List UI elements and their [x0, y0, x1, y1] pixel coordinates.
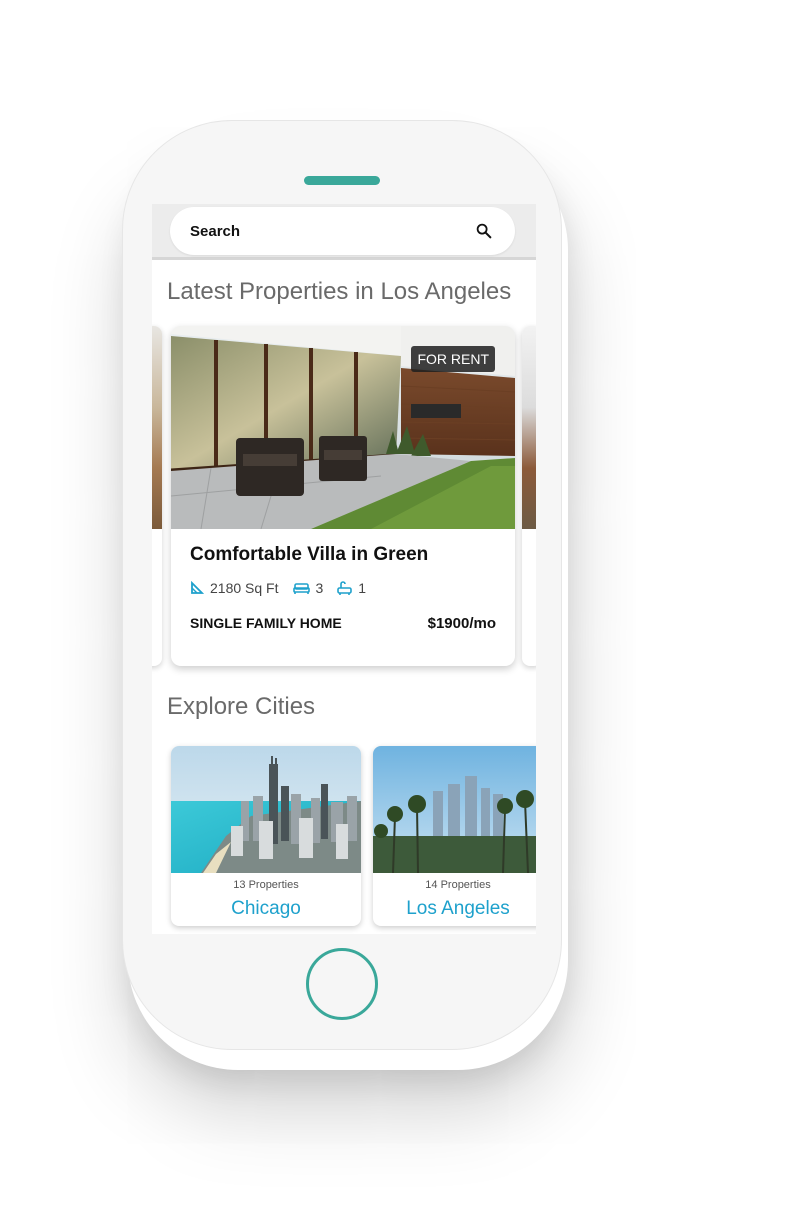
city-name-los-angeles[interactable]: Los Angeles — [373, 898, 536, 920]
search-input[interactable] — [190, 221, 450, 241]
for-rent-badge: FOR RENT — [411, 346, 495, 372]
feature-baths-value: 1 — [358, 580, 367, 596]
property-title[interactable]: Comfortable Villa in Green — [190, 544, 428, 566]
bath-icon — [337, 580, 353, 595]
property-type: SINGLE FAMILY HOME — [190, 615, 342, 631]
search-bar — [152, 204, 536, 260]
city-image-los-angeles — [373, 746, 536, 873]
property-card-next[interactable] — [522, 326, 536, 666]
city-image-chicago — [171, 746, 361, 873]
app-screen: Latest Properties in Los Angeles — [152, 204, 536, 934]
explore-cities-title: Explore Cities — [167, 693, 316, 720]
feature-baths: 1 — [337, 580, 366, 596]
feature-beds-value: 3 — [315, 580, 324, 596]
home-button[interactable] — [306, 948, 378, 1020]
property-card[interactable]: FOR RENT Comfortable Villa in Green 2180… — [171, 326, 515, 666]
city-name-chicago[interactable]: Chicago — [171, 898, 361, 920]
city-card-los-angeles[interactable]: 14 Properties Los Angeles — [373, 746, 536, 926]
property-features: 2180 Sq Ft 3 1 — [190, 578, 380, 598]
area-icon — [191, 581, 204, 594]
property-image-next — [522, 326, 536, 529]
feature-beds: 3 — [292, 580, 324, 596]
phone-speaker — [304, 176, 380, 185]
property-image-previous — [152, 326, 162, 529]
search-icon[interactable] — [475, 222, 493, 240]
city-card-chicago[interactable]: 13 Properties Chicago — [171, 746, 361, 926]
feature-area: 2180 Sq Ft — [190, 580, 279, 596]
search-box[interactable] — [170, 207, 515, 255]
city-count-los-angeles: 14 Properties — [425, 879, 491, 891]
city-count-chicago: 13 Properties — [233, 879, 299, 891]
property-card-previous[interactable] — [152, 326, 162, 666]
feature-area-value: 2180 Sq Ft — [210, 580, 279, 596]
property-carousel[interactable]: FOR RENT Comfortable Villa in Green 2180… — [152, 326, 536, 668]
property-price: $1900/mo — [427, 615, 496, 632]
bed-icon — [292, 583, 310, 594]
latest-properties-title: Latest Properties in Los Angeles — [167, 278, 512, 305]
